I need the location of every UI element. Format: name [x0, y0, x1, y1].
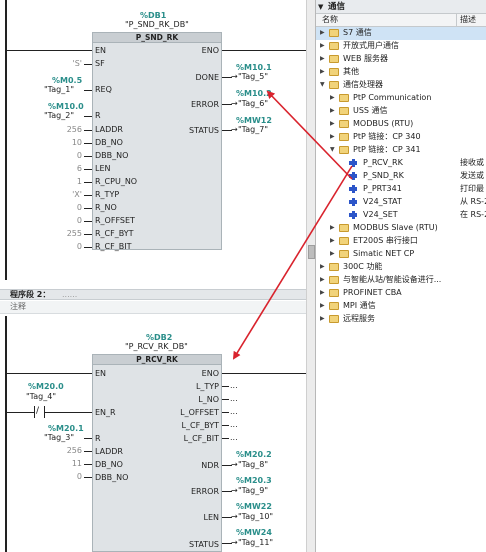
app-window: %DB1 "P_SND_RK_DB" P_SND_RK EN ENO SF RE… — [0, 0, 486, 552]
annotation-arrows — [232, 90, 353, 360]
arrow-snd-to-block — [266, 90, 353, 180]
arrow-rcv-to-block — [232, 165, 353, 360]
